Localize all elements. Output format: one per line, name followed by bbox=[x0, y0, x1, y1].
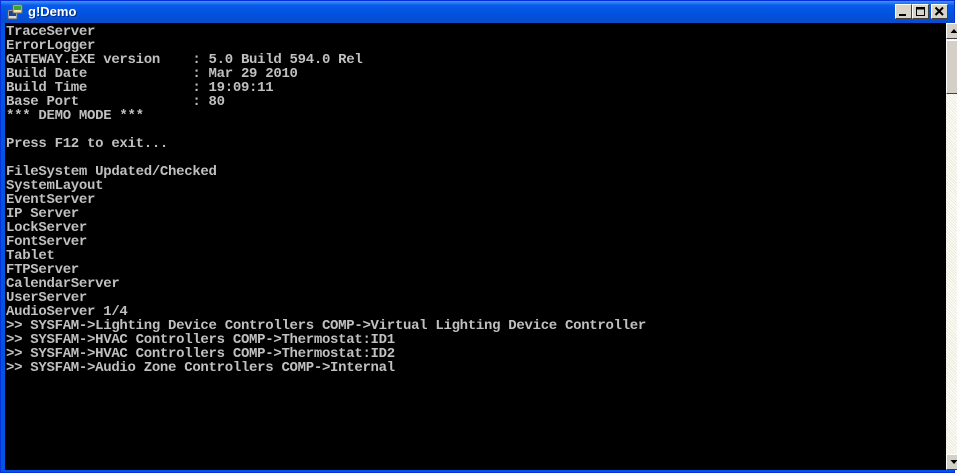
console-line: CalendarServer bbox=[6, 276, 120, 292]
console-line: >> SYSFAM->Lighting Device Controllers C… bbox=[6, 318, 647, 334]
console-window: g!Demo TraceServer ErrorLogger GATEWAY.E… bbox=[0, 0, 957, 473]
console-line: Base Port : 80 bbox=[6, 94, 225, 110]
scroll-down-arrow-icon bbox=[950, 460, 957, 464]
console-line: IP Server bbox=[6, 206, 79, 222]
title-bar[interactable]: g!Demo bbox=[1, 1, 954, 23]
console-line: Build Time : 19:09:11 bbox=[6, 80, 274, 96]
console-line: Tablet bbox=[6, 248, 55, 264]
console-line: Build Date : Mar 29 2010 bbox=[6, 66, 298, 82]
console-line: *** DEMO MODE *** bbox=[6, 108, 144, 124]
console-line: >> SYSFAM->Audio Zone Controllers COMP->… bbox=[6, 360, 395, 376]
console-line: ErrorLogger bbox=[6, 38, 96, 54]
console-line: Press F12 to exit... bbox=[6, 136, 169, 152]
scroll-thumb[interactable] bbox=[946, 40, 957, 94]
restore-button[interactable] bbox=[912, 4, 929, 19]
console-output[interactable]: TraceServer ErrorLogger GATEWAY.EXE vers… bbox=[5, 23, 946, 470]
close-button[interactable] bbox=[931, 4, 948, 19]
close-icon bbox=[934, 6, 944, 16]
scroll-up-arrow-icon bbox=[950, 29, 957, 33]
scroll-down-button[interactable] bbox=[946, 454, 957, 470]
minimize-icon bbox=[899, 14, 906, 16]
restore-icon bbox=[916, 7, 925, 16]
console-line: UserServer bbox=[6, 290, 88, 306]
console-line: >> SYSFAM->HVAC Controllers COMP->Thermo… bbox=[6, 332, 395, 348]
scroll-up-button[interactable] bbox=[946, 23, 957, 39]
console-line: EventServer bbox=[6, 192, 96, 208]
vertical-scrollbar[interactable] bbox=[946, 23, 957, 470]
console-app-icon[interactable] bbox=[7, 4, 23, 20]
minimize-button[interactable] bbox=[895, 4, 912, 19]
console-line: FontServer bbox=[6, 234, 88, 250]
console-line: TraceServer bbox=[6, 24, 96, 40]
console-line: SystemLayout bbox=[6, 178, 104, 194]
console-lines: TraceServer ErrorLogger GATEWAY.EXE vers… bbox=[6, 25, 646, 375]
window-title: g!Demo bbox=[28, 4, 77, 19]
console-line: FTPServer bbox=[6, 262, 79, 278]
console-line: GATEWAY.EXE version : 5.0 Build 594.0 Re… bbox=[6, 52, 363, 68]
console-line: LockServer bbox=[6, 220, 88, 236]
console-line: >> SYSFAM->HVAC Controllers COMP->Thermo… bbox=[6, 346, 395, 362]
console-line: AudioServer 1/4 bbox=[6, 304, 128, 320]
console-line: FileSystem Updated/Checked bbox=[6, 164, 217, 180]
